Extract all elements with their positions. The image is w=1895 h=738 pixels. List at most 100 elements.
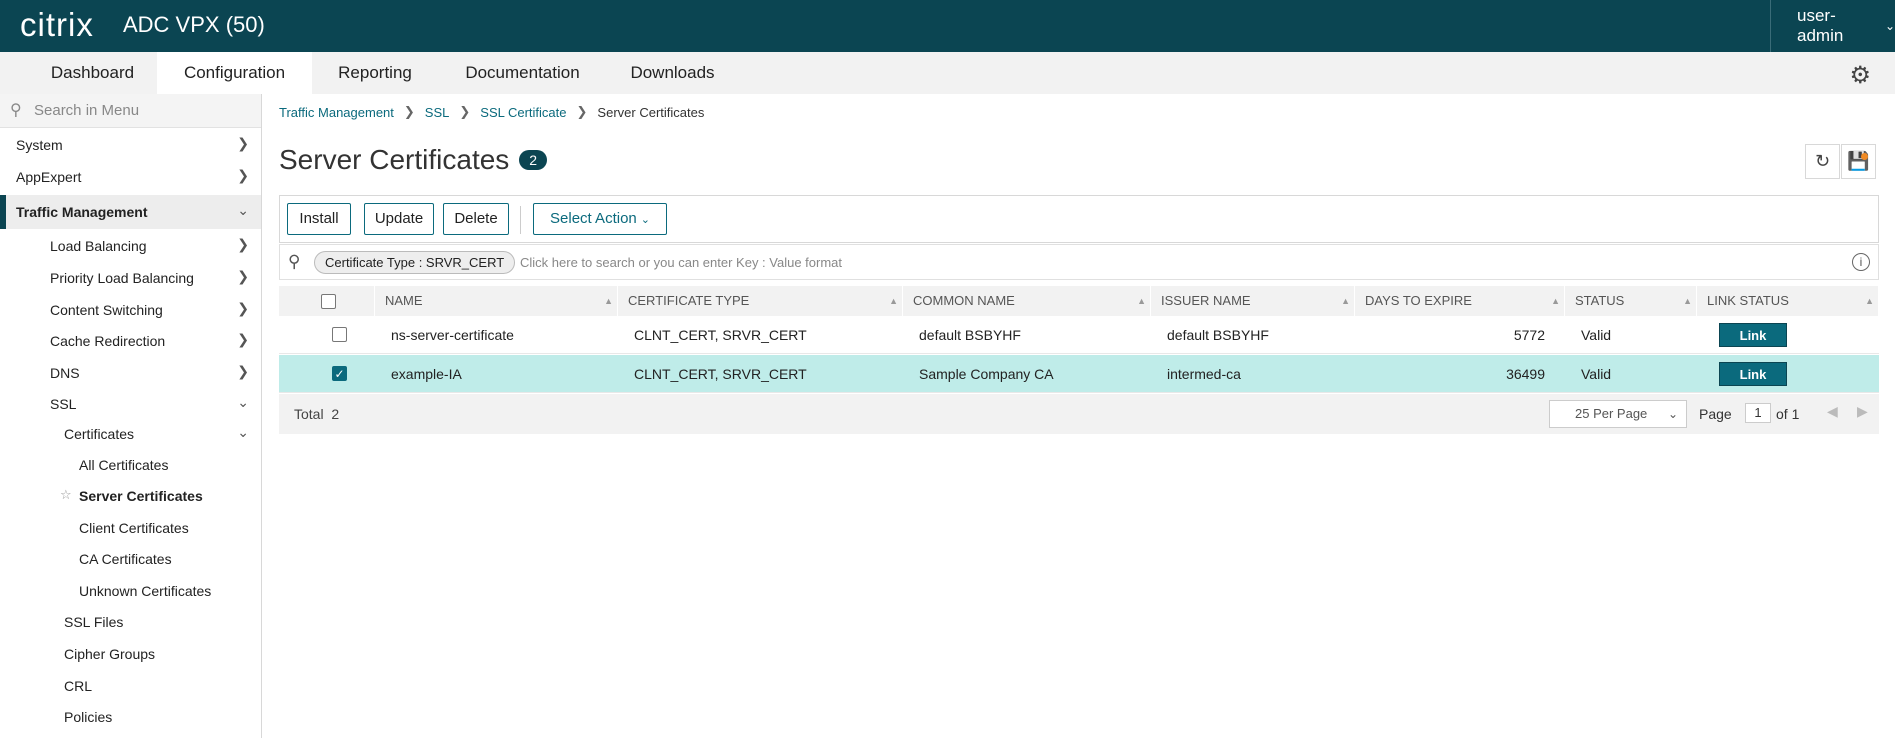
per-page-select[interactable]: 25 Per Page ⌄ — [1549, 400, 1687, 428]
column-header-certificate-type[interactable]: CERTIFICATE TYPE ▲ — [618, 286, 903, 316]
delete-button[interactable]: Delete — [443, 203, 509, 235]
breadcrumb-ssl[interactable]: SSL — [425, 105, 450, 120]
select-all-checkbox[interactable] — [321, 294, 336, 309]
sidebar-item-policies[interactable]: Policies — [0, 702, 261, 732]
sidebar-item-traffic-management[interactable]: Traffic Management ⌄ — [0, 195, 261, 229]
chevron-down-icon: ⌄ — [237, 424, 249, 440]
column-header-name[interactable]: NAME ▲ — [375, 286, 618, 316]
action-toolbar: Install Update Delete Select Action ⌄ — [279, 195, 1879, 243]
chevron-right-icon: ❯ — [237, 135, 249, 151]
sidebar-item-dns[interactable]: DNS ❯ — [0, 358, 261, 388]
refresh-icon[interactable]: ↻ — [1805, 144, 1840, 179]
breadcrumb-traffic-management[interactable]: Traffic Management — [279, 105, 394, 120]
sort-icon: ▲ — [1683, 296, 1692, 306]
cell-name: example-IA — [391, 366, 462, 382]
chevron-right-icon: ❯ — [237, 236, 249, 252]
save-config-icon[interactable]: 💾 — [1841, 144, 1876, 179]
sidebar-item-client-certificates[interactable]: Client Certificates — [0, 513, 261, 543]
table-row[interactable]: ✓ example-IA CLNT_CERT, SRVR_CERT Sample… — [279, 355, 1879, 393]
sort-icon: ▲ — [604, 296, 613, 306]
sort-icon: ▲ — [1865, 296, 1874, 306]
sidebar-item-cache-redirection[interactable]: Cache Redirection ❯ — [0, 326, 261, 356]
sidebar-item-label: Client Certificates — [79, 520, 189, 536]
chevron-down-icon: ⌄ — [1884, 19, 1895, 33]
table-row[interactable]: ns-server-certificate CLNT_CERT, SRVR_CE… — [279, 316, 1879, 354]
page-number-input[interactable]: 1 — [1745, 403, 1771, 423]
sidebar-item-label: Certificates — [64, 426, 135, 442]
header-select-all — [279, 286, 375, 316]
tab-configuration[interactable]: Configuration — [157, 52, 312, 94]
cell-days-to-expire: 5772 — [1513, 327, 1545, 343]
sidebar-item-crl[interactable]: CRL — [0, 671, 261, 701]
chevron-right-icon: ❯ — [237, 331, 249, 347]
info-icon[interactable]: i — [1852, 253, 1870, 271]
row-checkbox[interactable] — [332, 327, 347, 342]
update-button[interactable]: Update — [364, 203, 434, 235]
sort-icon: ▲ — [1551, 296, 1560, 306]
user-menu[interactable]: user-admin ⌄ — [1770, 0, 1895, 52]
link-button[interactable]: Link — [1719, 362, 1787, 386]
sidebar-item-cipher-groups[interactable]: Cipher Groups — [0, 639, 261, 669]
column-header-common-name[interactable]: COMMON NAME ▲ — [903, 286, 1151, 316]
sidebar-item-appexpert[interactable]: AppExpert ❯ — [0, 162, 261, 192]
main-content: Traffic Management ❯ SSL ❯ SSL Certifica… — [263, 94, 1895, 738]
column-header-link-status[interactable]: LINK STATUS ▲ — [1697, 286, 1879, 316]
chevron-right-icon: ❯ — [237, 363, 249, 379]
sidebar-item-label: Content Switching — [50, 302, 163, 318]
select-action-label: Select Action — [550, 210, 637, 227]
sidebar-item-content-switching[interactable]: Content Switching ❯ — [0, 295, 261, 325]
search-icon: ⚲ — [10, 102, 22, 119]
column-header-status[interactable]: STATUS ▲ — [1565, 286, 1697, 316]
next-page-icon[interactable]: ▶ — [1857, 403, 1868, 420]
menu-search[interactable]: ⚲ Search in Menu — [0, 94, 261, 128]
cell-days-to-expire: 36499 — [1506, 366, 1545, 382]
filter-chip[interactable]: Certificate Type : SRVR_CERT — [314, 251, 516, 274]
top-bar: citrix ADC VPX (50) user-admin ⌄ — [0, 0, 1895, 52]
cell-status: Valid — [1581, 366, 1612, 382]
select-action-dropdown[interactable]: Select Action ⌄ — [533, 203, 667, 235]
sidebar-item-system[interactable]: System ❯ — [0, 130, 261, 160]
chevron-right-icon: ❯ — [403, 104, 415, 119]
search-filter-bar[interactable]: ⚲ Certificate Type : SRVR_CERT Click her… — [279, 244, 1879, 280]
previous-page-icon[interactable]: ◀ — [1827, 403, 1838, 420]
sidebar-item-label: Policies — [64, 709, 113, 725]
sidebar-item-label: Server Certificates — [79, 488, 203, 504]
gear-icon[interactable]: ⚙ — [1849, 61, 1871, 90]
sidebar-item-label: SSL — [50, 396, 77, 412]
sidebar-item-label: DNS — [50, 365, 80, 381]
tab-downloads[interactable]: Downloads — [610, 52, 735, 94]
column-header-issuer-name[interactable]: ISSUER NAME ▲ — [1151, 286, 1355, 316]
tab-dashboard[interactable]: Dashboard — [30, 52, 155, 94]
breadcrumb-ssl-certificate[interactable]: SSL Certificate — [480, 105, 566, 120]
table-header: NAME ▲ CERTIFICATE TYPE ▲ COMMON NAME ▲ ISS… — [279, 286, 1879, 316]
sidebar-item-certificates[interactable]: Certificates ⌄ — [0, 419, 261, 449]
citrix-logo[interactable]: citrix — [20, 6, 94, 44]
sidebar-item-all-certificates[interactable]: All Certificates — [0, 450, 261, 480]
count-badge: 2 — [519, 150, 548, 170]
menu-search-placeholder: Search in Menu — [34, 102, 140, 119]
cell-common-name: default BSBYHF — [919, 327, 1021, 343]
page-title-row: Server Certificates 2 — [279, 144, 548, 176]
sidebar-item-ca-certificates[interactable]: CA Certificates — [0, 544, 261, 574]
install-button[interactable]: Install — [287, 203, 351, 235]
sidebar-item-server-certificates[interactable]: ☆ Server Certificates — [0, 481, 261, 511]
sidebar-item-label: CRL — [64, 678, 93, 694]
main-nav: Dashboard Configuration Reporting Docume… — [0, 52, 1895, 94]
row-checkbox-checked[interactable]: ✓ — [332, 366, 347, 381]
unsaved-dot — [1861, 153, 1868, 160]
star-icon[interactable]: ☆ — [60, 487, 72, 503]
sidebar-item-unknown-certificates[interactable]: Unknown Certificates — [0, 576, 261, 606]
search-icon: ⚲ — [288, 252, 301, 271]
sidebar-item-priority-load-balancing[interactable]: Priority Load Balancing ❯ — [0, 263, 261, 293]
cell-certificate-type: CLNT_CERT, SRVR_CERT — [634, 366, 807, 382]
sidebar-item-ssl-files[interactable]: SSL Files — [0, 607, 261, 637]
tab-reporting[interactable]: Reporting — [320, 52, 430, 94]
chevron-right-icon: ❯ — [237, 268, 249, 284]
sort-icon: ▲ — [889, 296, 898, 306]
tab-documentation[interactable]: Documentation — [450, 52, 595, 94]
sidebar-item-load-balancing[interactable]: Load Balancing ❯ — [0, 231, 261, 261]
link-button[interactable]: Link — [1719, 323, 1787, 347]
sidebar-item-ssl[interactable]: SSL ⌄ — [0, 389, 261, 419]
product-name: ADC VPX (50) — [123, 12, 265, 37]
column-header-days-to-expire[interactable]: DAYS TO EXPIRE ▲ — [1355, 286, 1565, 316]
